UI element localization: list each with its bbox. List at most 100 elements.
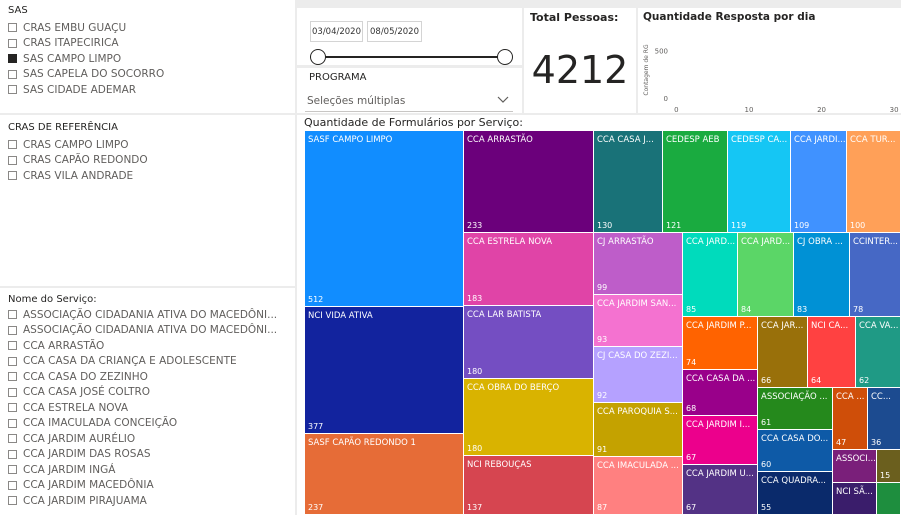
treemap-cell[interactable]: CCA JARDIM I... 67: [683, 416, 758, 465]
checkbox[interactable]: [8, 496, 17, 506]
slicer-item-label: CCA JARDIM AURÉLIO: [23, 432, 136, 445]
checkbox[interactable]: [8, 403, 17, 413]
treemap-cell[interactable]: NCI VIDA ATIVA 377: [305, 307, 464, 434]
slicer-item[interactable]: CCA JARDIM DAS ROSAS: [8, 447, 295, 463]
checkbox[interactable]: [8, 23, 17, 33]
slicer-item[interactable]: CCA ARRASTÃO: [8, 338, 295, 354]
treemap-cell-value: 36: [871, 438, 882, 447]
daily-chart-title: Quantidade Resposta por dia: [643, 11, 816, 23]
treemap-cell-value: 68: [686, 404, 697, 413]
checkbox[interactable]: [8, 465, 17, 475]
date-range-start-handle[interactable]: [310, 49, 326, 65]
date-range-end-handle[interactable]: [497, 49, 513, 65]
treemap-cell[interactable]: CCA TUR... 100: [847, 131, 901, 233]
treemap-cell-label: CJ CASA DO ZEZI...: [597, 351, 678, 361]
slicer-item[interactable]: CCA IMACULADA CONCEIÇÃO: [8, 416, 295, 432]
checkbox[interactable]: [8, 372, 17, 382]
slicer-item[interactable]: CCA CASA DO ZEZINHO: [8, 369, 295, 385]
treemap-cell[interactable]: CCA JARDIM U... 67: [683, 465, 758, 515]
slicer-item-label: CCA JARDIM PIRAJUAMA: [23, 494, 147, 507]
checkbox[interactable]: [8, 171, 17, 181]
treemap-cell[interactable]: CCA JARD... 85: [683, 233, 738, 317]
treemap-cell[interactable]: ASSOCIAÇÃO ... 61: [758, 388, 833, 430]
checkbox[interactable]: [8, 480, 17, 490]
treemap-cell[interactable]: CC... 36: [868, 388, 901, 450]
slicer-item[interactable]: CCA ESTRELA NOVA: [8, 400, 295, 416]
cras-referencia-title: CRAS DE REFERÊNCIA: [8, 122, 118, 133]
treemap-cell[interactable]: 15: [877, 450, 901, 483]
checkbox-checked[interactable]: [8, 54, 17, 64]
slicer-item[interactable]: ASSOCIAÇÃO CIDADANIA ATIVA DO MACEDÔNI..…: [8, 323, 295, 339]
slicer-item[interactable]: CCA CASA JOSÉ COLTRO: [8, 385, 295, 401]
checkbox[interactable]: [8, 341, 17, 351]
treemap-cell[interactable]: CCA CASA J... 130: [594, 131, 663, 233]
treemap-cell[interactable]: CCA JARDI... 109: [791, 131, 847, 233]
slicer-item[interactable]: CCA JARDIM PIRAJUAMA: [8, 493, 295, 509]
total-pessoas-card: Total Pessoas: 4212: [524, 8, 636, 113]
checkbox[interactable]: [8, 85, 17, 95]
checkbox[interactable]: [8, 434, 17, 444]
slicer-item[interactable]: CCA JARDIM INGÁ: [8, 462, 295, 478]
treemap-cell[interactable]: ASSOCI...: [833, 450, 877, 483]
slicer-item[interactable]: SAS CIDADE ADEMAR: [8, 82, 295, 98]
slicer-item[interactable]: CRAS CAMPO LIMPO: [8, 137, 295, 153]
programa-dropdown[interactable]: Seleções múltiplas: [305, 90, 513, 112]
checkbox[interactable]: [8, 155, 17, 165]
treemap-cell[interactable]: SASF CAMPO LIMPO 512: [305, 131, 464, 307]
checkbox[interactable]: [8, 387, 17, 397]
treemap-cell-label: CCA CASA DA ...: [686, 374, 756, 384]
slicer-item[interactable]: CCA JARDIM MACEDÔNIA: [8, 478, 295, 494]
treemap-cell[interactable]: NCI CA... 64: [808, 317, 856, 388]
treemap-cell[interactable]: NCI SÃ...: [833, 483, 877, 515]
sas-slicer-title: SAS: [8, 5, 28, 16]
treemap-cell[interactable]: CEDESP AEB 121: [663, 131, 728, 233]
checkbox[interactable]: [8, 356, 17, 366]
treemap-cell[interactable]: CCA JARDIM P... 74: [683, 317, 758, 370]
treemap-cell[interactable]: CCA IMACULADA ... 87: [594, 457, 683, 515]
treemap-cell[interactable]: CCA LAR BATISTA 180: [464, 306, 594, 379]
treemap-cell[interactable]: CCA QUADRA... 55: [758, 472, 833, 515]
treemap-cell[interactable]: CCA OBRA DO BERÇO 180: [464, 379, 594, 456]
treemap-cell[interactable]: CCA ... 47: [833, 388, 868, 450]
treemap-cell[interactable]: CCA PAROQUIA S... 91: [594, 403, 683, 457]
treemap-cell-label: CCA LAR BATISTA: [467, 310, 542, 320]
treemap-cell[interactable]: CJ OBRA ... 83: [794, 233, 850, 317]
treemap-cell[interactable]: CCA JAR... 66: [758, 317, 808, 388]
slicer-item[interactable]: CRAS EMBU GUAÇU: [8, 20, 295, 36]
chevron-down-icon: [497, 95, 509, 107]
slicer-item[interactable]: CRAS CAPÃO REDONDO: [8, 153, 295, 169]
treemap-cell[interactable]: CCA ARRASTÃO 233: [464, 131, 594, 233]
checkbox[interactable]: [8, 310, 17, 320]
treemap-cell[interactable]: CCA ESTRELA NOVA 183: [464, 233, 594, 306]
treemap-cell[interactable]: CCA CASA DA ... 68: [683, 370, 758, 416]
slicer-item[interactable]: CCA CASA DA CRIANÇA E ADOLESCENTE: [8, 354, 295, 370]
treemap-cell[interactable]: [877, 483, 901, 515]
checkbox[interactable]: [8, 418, 17, 428]
checkbox[interactable]: [8, 69, 17, 79]
treemap-cell[interactable]: CCA JARD... 84: [738, 233, 794, 317]
slicer-item[interactable]: CRAS VILA ANDRADE: [8, 168, 295, 184]
treemap-cell[interactable]: NCI REBOUÇAS 137: [464, 456, 594, 515]
treemap-cell-value: 67: [686, 503, 697, 512]
slicer-item[interactable]: ASSOCIAÇÃO CIDADANIA ATIVA DO MACEDÔNI..…: [8, 307, 295, 323]
treemap-cell[interactable]: CCA CASA DO... 60: [758, 430, 833, 472]
checkbox[interactable]: [8, 140, 17, 150]
checkbox[interactable]: [8, 449, 17, 459]
date-start-input[interactable]: 03/04/2020: [310, 21, 363, 42]
checkbox[interactable]: [8, 38, 17, 48]
treemap-cell[interactable]: CJ ARRASTÃO 99: [594, 233, 683, 295]
treemap-cell[interactable]: CJ CASA DO ZEZI... 92: [594, 347, 683, 403]
x-tick-label: 10: [744, 106, 753, 113]
slicer-item[interactable]: CCA JARDIM AURÉLIO: [8, 431, 295, 447]
checkbox[interactable]: [8, 325, 17, 335]
treemap-cell[interactable]: CCA VA... 62: [856, 317, 901, 388]
treemap-cell[interactable]: CCA JARDIM SAN... 93: [594, 295, 683, 347]
slicer-item[interactable]: SAS CAMPO LIMPO: [8, 51, 295, 67]
date-end-input[interactable]: 08/05/2020: [367, 21, 422, 42]
treemap-cell[interactable]: CEDESP CA... 119: [728, 131, 791, 233]
slicer-item[interactable]: CRAS ITAPECIRICA: [8, 36, 295, 52]
slicer-item[interactable]: SAS CAPELA DO SOCORRO: [8, 67, 295, 83]
treemap-cell[interactable]: CCINTER... 78: [850, 233, 901, 317]
daily-responses-chart: Quantidade Resposta por dia Contagem de …: [638, 8, 901, 113]
treemap-cell[interactable]: SASF CAPÃO REDONDO 1 237: [305, 434, 464, 515]
